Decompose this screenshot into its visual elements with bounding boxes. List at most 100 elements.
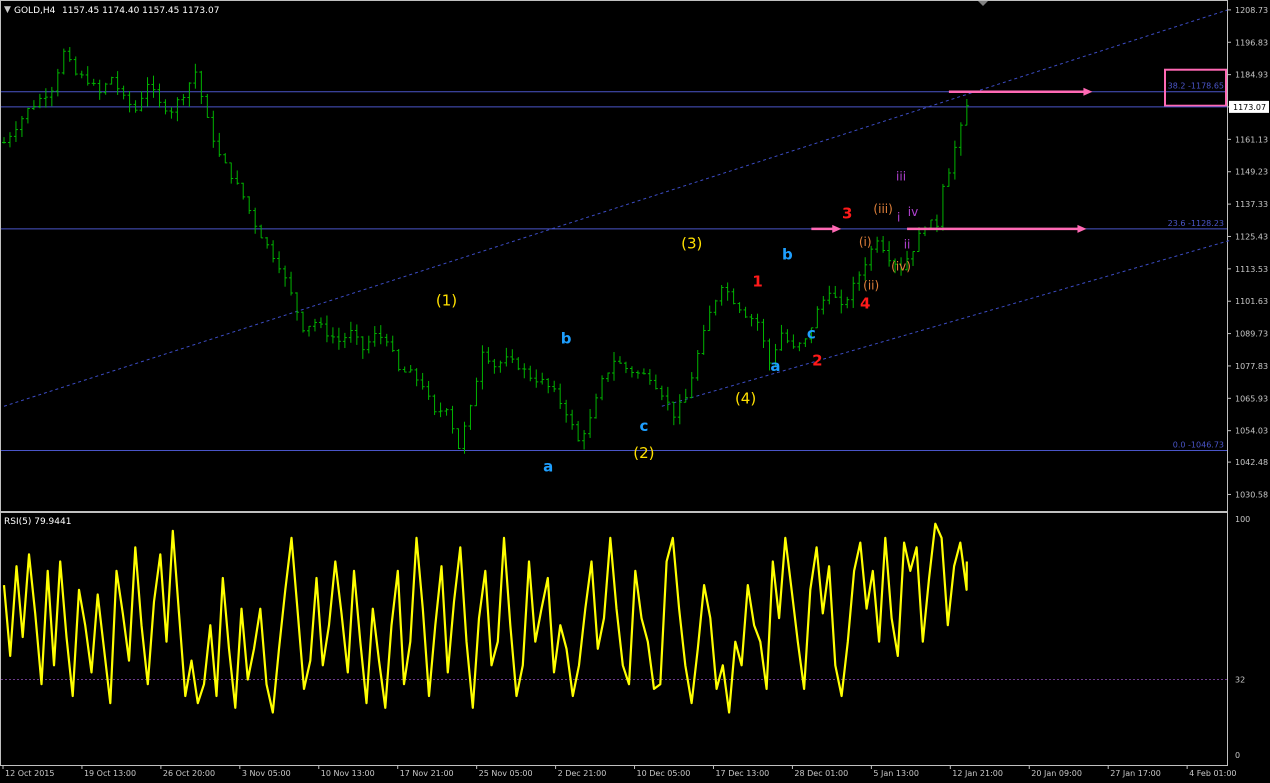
fib-level-label: 0.0 -1046.73 [1173,441,1224,450]
price-bar [588,409,593,438]
price-bar [498,360,503,373]
price-bar [318,317,323,329]
chart-window: 38.2 -1178.65 23.6 -1128.23 0.0 -1046.73 (… [0,0,1270,779]
price-bar [492,358,497,374]
wave-label: (iv) [891,259,911,273]
price-bar [928,219,933,229]
price-bar [85,66,90,86]
arrow-head-icon [832,224,842,233]
header-symbol: GOLD,H4 [14,6,56,16]
price-bar [169,107,174,119]
channel-line [661,239,1231,407]
fib-level-label: 38.2 -1178.65 [1168,82,1224,91]
price-bar [49,86,54,107]
time-tick-label: 12 Jan 21:00 [952,769,1003,778]
price-bar [857,271,862,291]
price-bar [964,99,969,126]
price-tick-label: 1137.33 [1235,200,1268,209]
price-bar [211,110,216,148]
header-symbol-icon: ▼ [4,5,11,15]
price-bar [37,93,42,109]
price-bar [821,296,826,315]
price-tick-label: 1077.83 [1235,362,1268,371]
price-bar [779,324,784,351]
time-tick-label: 20 Jan 09:00 [1031,769,1082,778]
chart-svg: 38.2 -1178.65 23.6 -1128.23 0.0 -1046.73 (… [0,0,1269,778]
price-bar [259,224,264,239]
wave-label: a [543,458,553,476]
wave-label: a [770,357,780,375]
price-bar [79,70,84,79]
price-bar [97,79,102,100]
price-tick-label: 1196.83 [1235,38,1268,47]
price-bar [606,372,611,382]
price-bar [653,374,658,390]
price-bar [785,329,790,344]
price-bar [600,375,605,401]
price-bar [617,356,622,364]
price-bar [91,78,96,86]
price-bar [689,372,694,399]
price-bar [761,318,766,349]
price-bar [271,240,276,263]
price-bar [540,372,545,385]
price-bar [7,132,12,148]
price-bar [43,88,48,108]
price-bar [528,365,533,382]
time-tick-label: 10 Dec 05:00 [637,769,691,778]
price-bar [241,182,246,200]
chart-shift-icon[interactable] [978,1,988,6]
price-bar [336,327,341,350]
price-bar [205,93,210,118]
price-bar [534,369,539,388]
price-bar [217,132,222,157]
price-bar [731,288,736,305]
price-tick-label: 1125.43 [1235,232,1268,241]
price-bar [378,325,383,345]
price-bar [408,364,413,373]
time-tick-label: 28 Dec 01:00 [794,769,848,778]
price-bar [743,306,748,318]
wave-label: (i) [859,235,872,249]
price-bar [671,401,676,426]
time-tick-label: 17 Nov 21:00 [400,769,454,778]
price-bar [582,430,587,450]
rsi-title: RSI(5) 79.9441 [4,517,71,527]
price-bar [390,335,395,353]
price-bar [61,48,66,75]
wave-label: iii [896,170,906,184]
price-tick-label: 1113.53 [1235,265,1268,274]
price-bar [157,83,162,108]
price-bar [420,372,425,390]
price-bar [25,107,30,124]
price-bar [13,121,18,142]
price-bar [283,265,288,287]
rsi-tick-label: 100 [1235,515,1250,524]
price-bar [564,399,569,423]
price-bar [839,289,844,314]
price-bar [641,368,646,375]
price-bar [623,361,628,374]
price-bar [229,162,234,184]
wave-label: (4) [735,390,756,408]
price-bar [151,75,156,98]
rsi-line [2,522,968,714]
price-bar [103,82,108,95]
time-tick-label: 4 Feb 01:00 [1189,769,1236,778]
price-bar [474,377,479,407]
price-bar [952,140,957,180]
price-bar [372,326,377,347]
price-tick-label: 1030.58 [1235,490,1268,499]
price-bar [235,170,240,185]
price-bar [719,285,724,306]
wave-label: c [807,324,816,342]
price-bar [438,402,443,418]
wave-label: (2) [633,444,654,462]
price-bar [552,380,557,393]
price-tick-label: 1089.73 [1235,330,1268,339]
price-bar [181,94,186,106]
time-tick-label: 10 Nov 13:00 [321,769,375,778]
time-tick-label: 25 Nov 05:00 [479,769,533,778]
wave-label: i [897,210,900,224]
wave-label: (3) [681,235,702,253]
